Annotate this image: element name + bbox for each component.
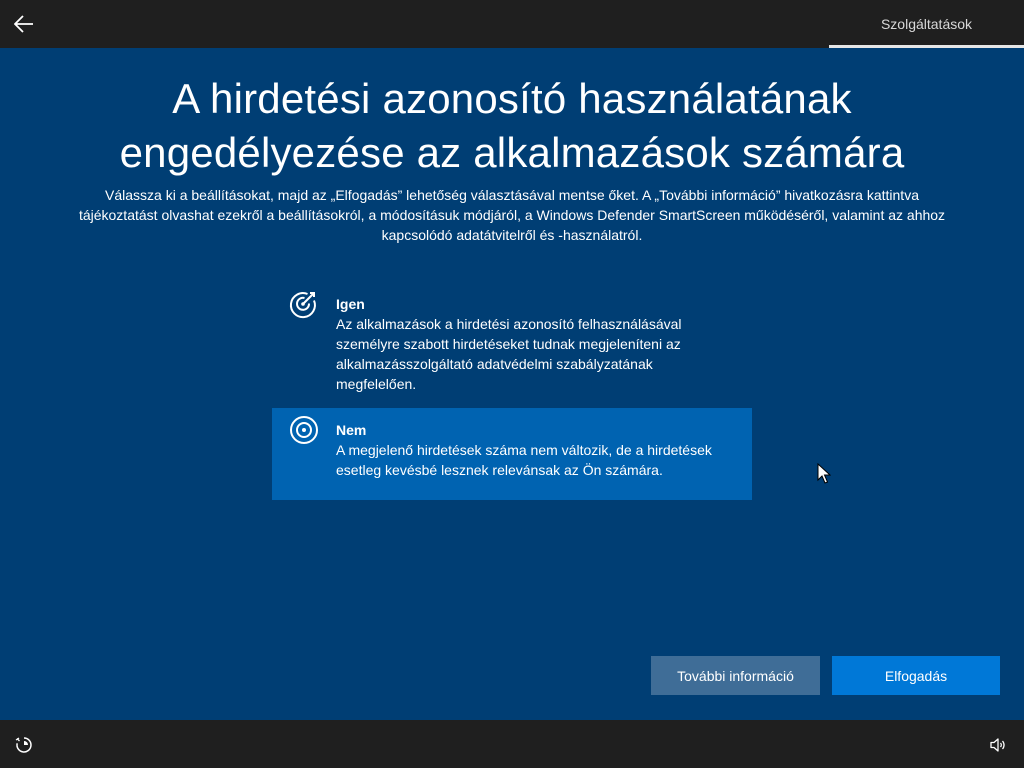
back-arrow-icon — [14, 15, 33, 33]
volume-icon[interactable] — [988, 735, 1008, 755]
description-line-2: tájékoztatást olvashat ezekről a beállít… — [78, 207, 946, 223]
page-title: A hirdetési azonosító használatának enge… — [40, 72, 984, 180]
option-yes-line-4: megfelelően. — [336, 376, 417, 392]
option-yes-line-1: Az alkalmazások a hirdetési azonosító fe… — [336, 316, 682, 332]
option-no-description: A megjelenő hirdetések száma nem változi… — [336, 440, 736, 480]
page-description: Válassza ki a beállításokat, majd az „El… — [40, 185, 984, 245]
option-no[interactable]: Nem A megjelenő hirdetések száma nem vál… — [272, 408, 752, 500]
description-line-3: kapcsolódó adatátvitelről és -használatr… — [381, 227, 643, 243]
top-bar: Szolgáltatások — [0, 0, 1024, 48]
accept-button[interactable]: Elfogadás — [832, 656, 1000, 695]
option-no-title: Nem — [336, 422, 367, 438]
back-button[interactable] — [8, 8, 40, 40]
option-no-line-2: esetleg kevésbé lesznek relevánsak az Ön… — [336, 462, 663, 478]
target-arrow-icon — [289, 292, 316, 319]
option-yes-description: Az alkalmazások a hirdetési azonosító fe… — [336, 314, 736, 394]
target-icon — [290, 416, 318, 444]
description-line-1: Válassza ki a beállításokat, majd az „El… — [105, 187, 919, 203]
page-title-line-2: engedélyezése az alkalmazások számára — [119, 129, 905, 176]
option-no-line-1: A megjelenő hirdetések száma nem változi… — [336, 442, 712, 458]
bottom-bar — [0, 720, 1024, 768]
option-yes-line-3: alkalmazásszolgáltató adatvédelmi szabál… — [336, 356, 653, 372]
option-yes-title: Igen — [336, 296, 365, 312]
option-yes[interactable]: Igen Az alkalmazások a hirdetési azonosí… — [272, 282, 752, 400]
tab-active-indicator — [829, 45, 1024, 48]
tab-services[interactable]: Szolgáltatások — [829, 0, 1024, 48]
page-title-line-1: A hirdetési azonosító használatának — [172, 75, 852, 122]
more-info-button[interactable]: További információ — [651, 656, 820, 695]
mouse-pointer-icon — [817, 463, 831, 484]
option-yes-line-2: személyre szabott hirdetéseket tudnak me… — [336, 336, 681, 352]
ease-of-access-icon[interactable] — [14, 735, 34, 755]
